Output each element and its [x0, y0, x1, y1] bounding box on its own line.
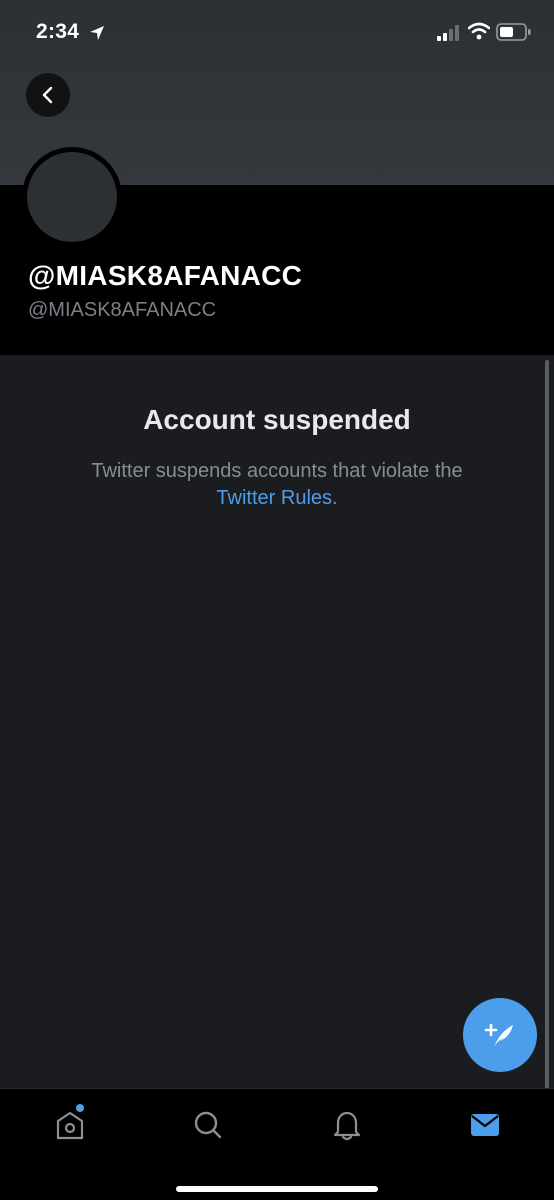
wifi-icon — [468, 22, 490, 40]
chevron-left-icon — [42, 86, 53, 104]
suspended-body-text: Twitter suspends accounts that violate t… — [91, 460, 463, 482]
tab-search[interactable] — [184, 1103, 232, 1147]
status-bar: 2:34 — [0, 0, 554, 66]
scrollbar[interactable] — [545, 360, 549, 1190]
avatar[interactable] — [22, 147, 122, 247]
profile-screen: 2:34 @MIASK8AFANACC @MIASK8AFANACC Accou… — [0, 0, 554, 1200]
status-time: 2:34 — [36, 20, 80, 43]
tab-notifications[interactable] — [323, 1103, 371, 1147]
search-icon — [194, 1111, 222, 1139]
avatar-image — [27, 152, 117, 242]
battery-icon — [496, 23, 531, 41]
location-arrow-icon — [90, 26, 104, 40]
back-button[interactable] — [26, 73, 70, 117]
suspended-title: Account suspended — [143, 404, 411, 435]
home-icon — [56, 1111, 84, 1140]
suspended-message: Twitter suspends accounts that violate t… — [40, 458, 514, 512]
tab-bar — [0, 1088, 554, 1200]
bell-icon — [333, 1111, 361, 1141]
twitter-rules-link[interactable]: Twitter Rules — [216, 487, 332, 509]
tab-home[interactable] — [46, 1103, 94, 1147]
compose-tweet-button[interactable] — [463, 998, 537, 1072]
compose-tweet-icon — [484, 1023, 513, 1047]
suspended-body-period: . — [332, 487, 338, 509]
profile-display-name: @MIASK8AFANACC — [28, 260, 303, 291]
mail-icon — [471, 1114, 499, 1136]
tab-messages[interactable] — [461, 1103, 509, 1147]
home-notification-dot — [76, 1104, 84, 1112]
cellular-signal-icon — [437, 25, 459, 41]
home-indicator — [176, 1186, 378, 1192]
profile-handle: @MIASK8AFANACC — [28, 299, 217, 321]
